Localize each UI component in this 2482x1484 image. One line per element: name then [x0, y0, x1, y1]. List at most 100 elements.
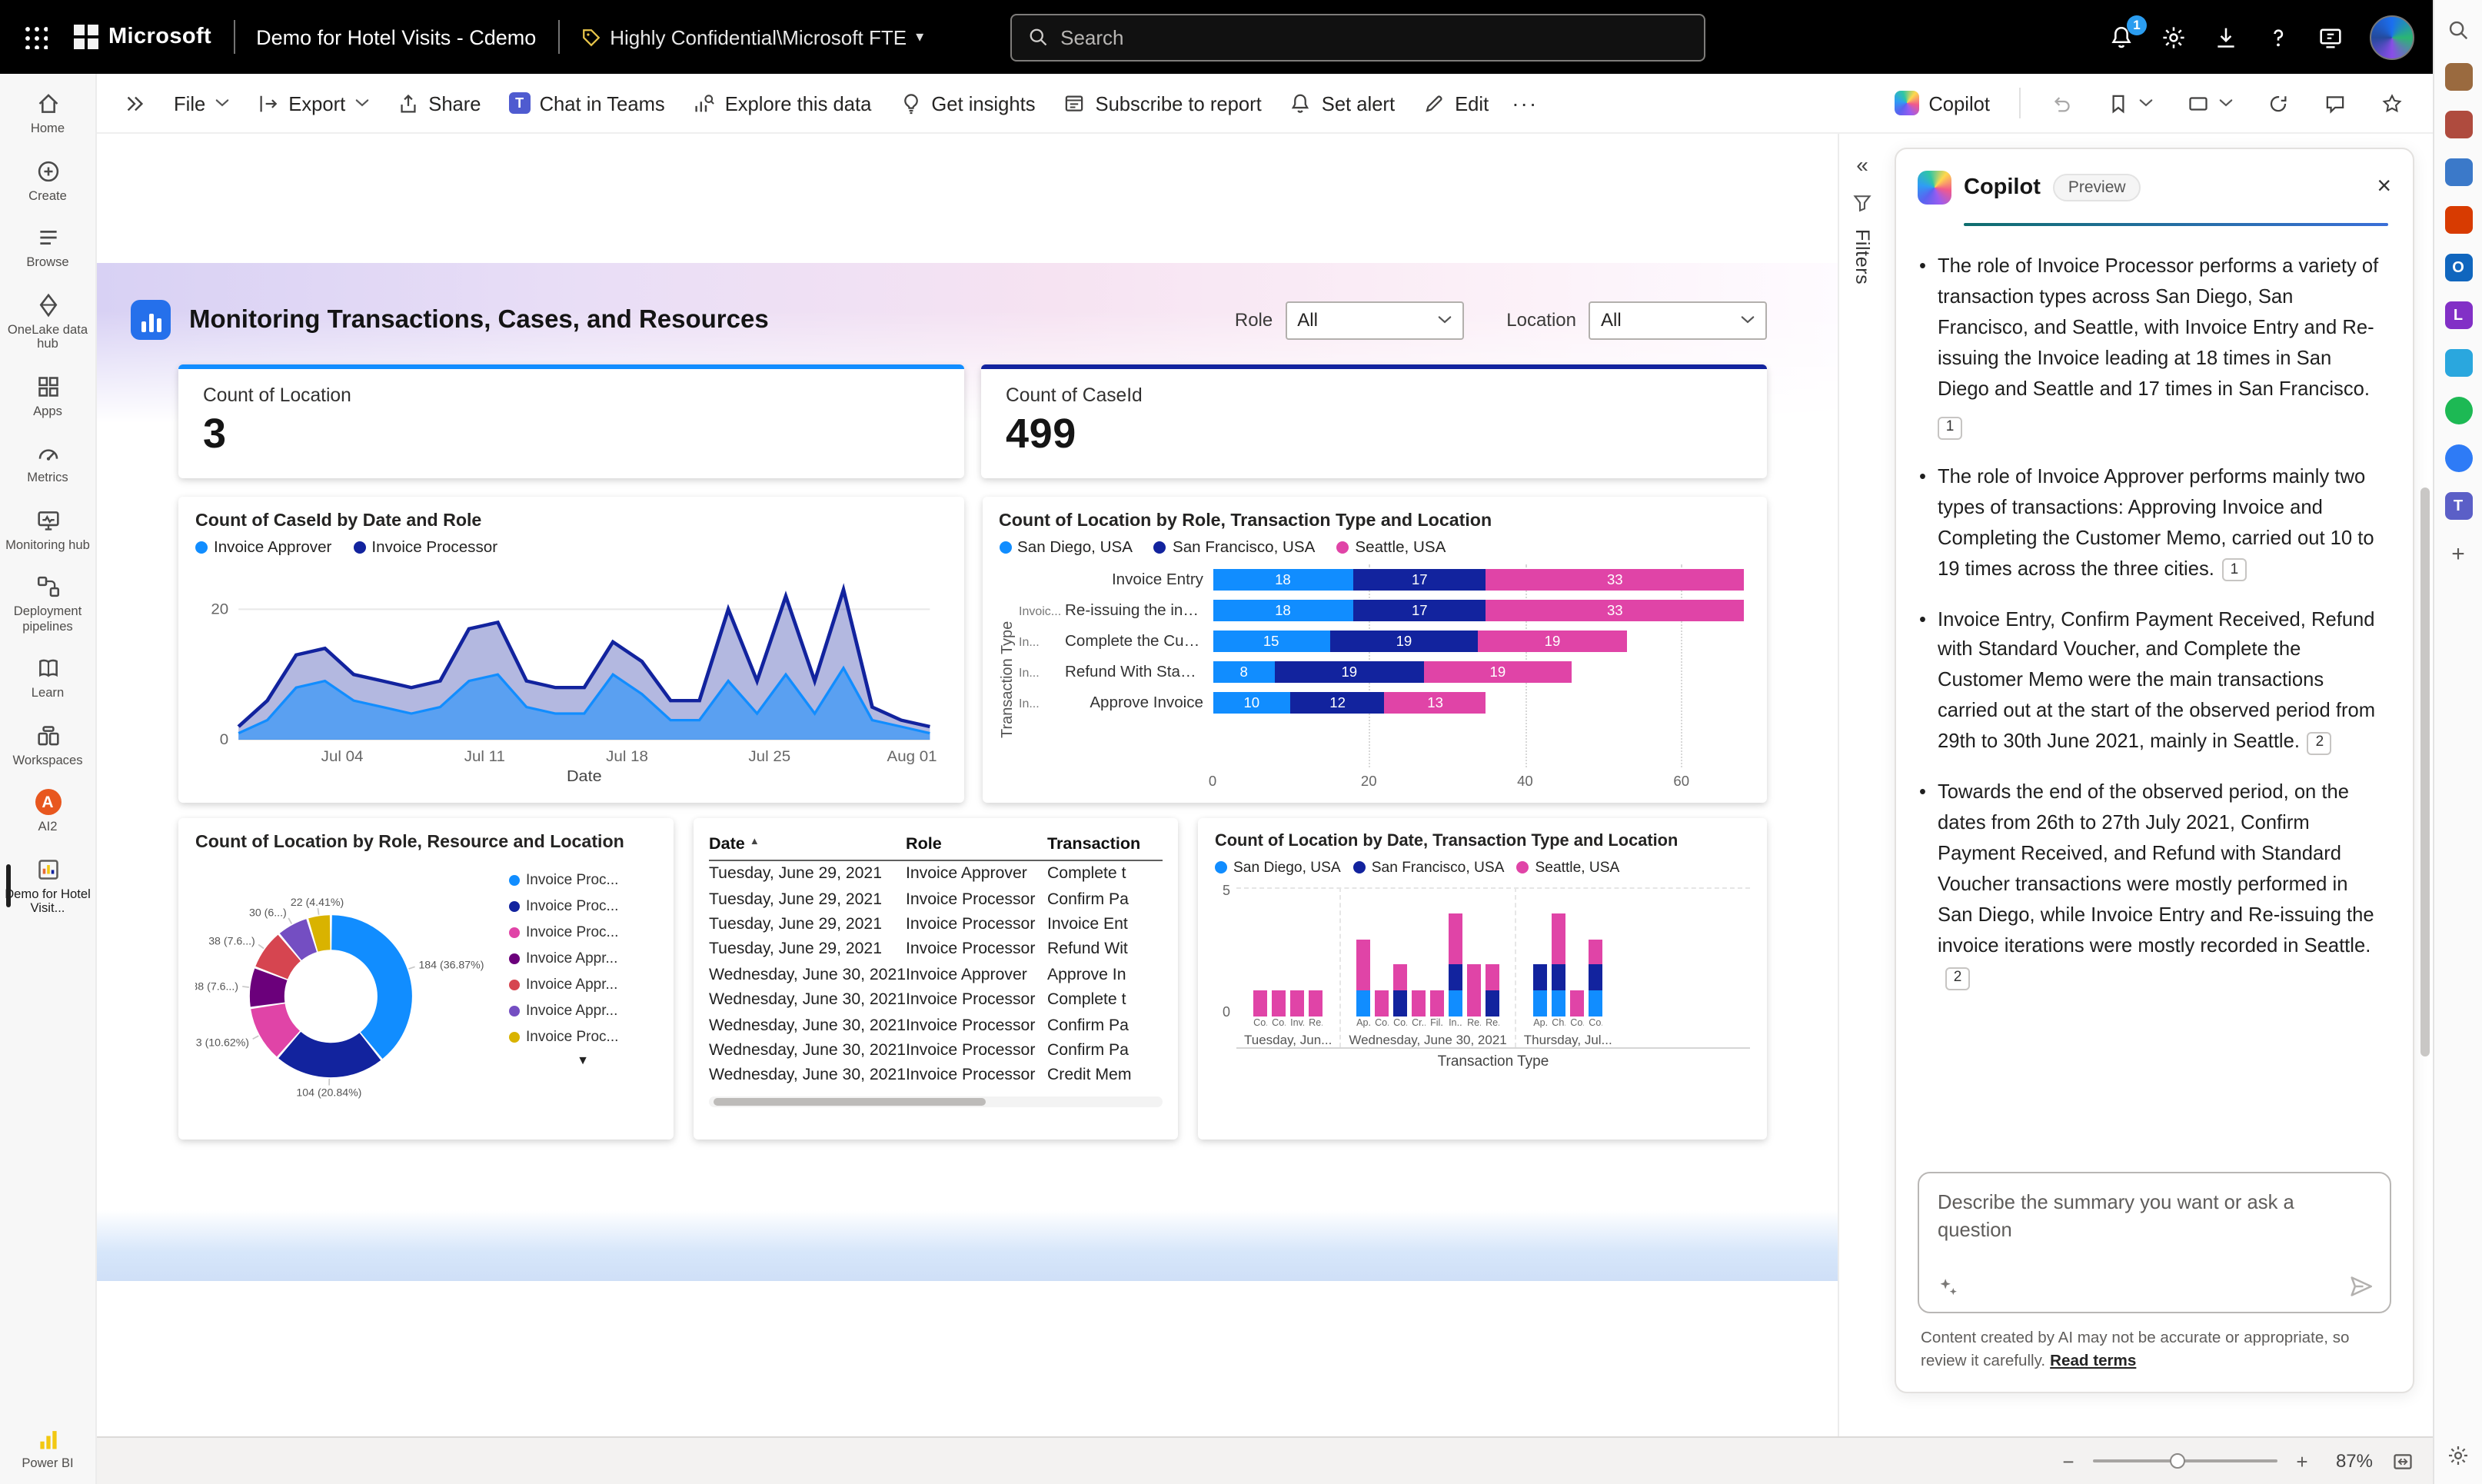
nav-item-workspaces[interactable]: Workspaces [0, 712, 95, 779]
bar-segment[interactable] [1356, 939, 1370, 990]
feedback-icon[interactable] [2317, 24, 2344, 50]
copilot-toggle-button[interactable]: Copilot [1881, 83, 2004, 123]
paper-plane-icon[interactable] [2444, 349, 2472, 377]
loop-icon[interactable]: L [2444, 301, 2472, 329]
legend-item[interactable]: Invoice Appr... [509, 946, 657, 972]
spotify-icon[interactable] [2444, 397, 2472, 424]
teams-icon[interactable]: T [2444, 492, 2472, 520]
bar-segment[interactable]: 19 [1329, 631, 1478, 652]
visual-area-chart[interactable]: Count of CaseId by Date and Role Invoice… [178, 497, 963, 803]
legend-item[interactable]: Seattle, USA [1517, 859, 1620, 876]
legend-item[interactable]: Invoice Approver [195, 539, 331, 556]
power-bi-product[interactable]: Power BI [0, 1428, 95, 1484]
messenger-icon[interactable] [2444, 444, 2472, 472]
table-row[interactable]: Tuesday, June 29, 2021Invoice ProcessorR… [709, 937, 1163, 962]
bar-segment[interactable]: 33 [1486, 569, 1744, 591]
undo-icon[interactable] [2036, 84, 2087, 122]
bar-segment[interactable] [1589, 965, 1602, 991]
favorite-star-icon[interactable] [2367, 84, 2417, 122]
bar-segment[interactable] [1393, 965, 1407, 991]
table-row[interactable]: Tuesday, June 29, 2021Invoice ProcessorI… [709, 912, 1163, 937]
table-row[interactable]: Wednesday, June 30, 2021Invoice Processo… [709, 1088, 1163, 1092]
table-row[interactable]: Wednesday, June 30, 2021Invoice Processo… [709, 1063, 1163, 1088]
visual-table[interactable]: Date ▲RoleTransactionTuesday, June 29, 2… [694, 818, 1178, 1140]
bar-segment[interactable] [1533, 990, 1547, 1017]
bar-segment[interactable] [1449, 913, 1462, 965]
bar-segment[interactable]: 33 [1486, 600, 1744, 621]
settings-icon[interactable] [2444, 1441, 2472, 1469]
read-terms-link[interactable]: Read terms [2050, 1353, 2136, 1369]
set-alert-button[interactable]: Set alert [1276, 84, 1409, 122]
bar-segment[interactable] [1589, 990, 1602, 1017]
subscribe-button[interactable]: Subscribe to report [1050, 84, 1276, 122]
legend-item[interactable]: San Francisco, USA [1154, 539, 1315, 556]
bar-segment[interactable] [1393, 990, 1407, 1017]
column-header[interactable]: Transaction [1047, 835, 1163, 853]
outlook-icon[interactable]: O [2444, 254, 2472, 281]
donut-slice[interactable] [331, 933, 394, 1046]
legend-item[interactable]: Invoice Appr... [509, 972, 657, 998]
microsoft-logo[interactable]: Microsoft [74, 25, 211, 49]
column-header[interactable]: Role [906, 835, 1047, 853]
bar-segment[interactable]: 19 [1423, 661, 1572, 683]
table-row[interactable]: Wednesday, June 30, 2021Invoice Processo… [709, 987, 1163, 1013]
comments-icon[interactable] [2310, 84, 2361, 122]
bar-segment[interactable] [1412, 990, 1426, 1017]
prompt-suggestions-icon[interactable] [1938, 1276, 1959, 1298]
fit-to-page-icon[interactable] [2391, 1449, 2414, 1472]
legend-item[interactable]: Invoice Processor [353, 539, 497, 556]
kpi-card-count-of-location[interactable]: Count of Location 3 [178, 364, 964, 478]
bar-segment[interactable]: 17 [1353, 600, 1486, 621]
bar-segment[interactable]: 17 [1353, 569, 1486, 591]
donut-slice[interactable] [271, 948, 289, 973]
bar-segment[interactable]: 18 [1213, 600, 1353, 621]
bar-segment[interactable] [1467, 965, 1481, 1017]
view-mode-icon[interactable] [2173, 84, 2247, 122]
legend-item[interactable]: Invoice Proc... [509, 1024, 657, 1050]
scrollbar-thumb[interactable] [2420, 487, 2430, 1056]
toolbox-icon[interactable] [2444, 111, 2472, 138]
bar-segment[interactable]: 12 [1291, 692, 1385, 714]
citation-chip[interactable]: 1 [1938, 416, 1962, 439]
send-icon[interactable] [2348, 1273, 2374, 1299]
nav-item-demo-for-hotel-visit[interactable]: Demo for Hotel Visit... [0, 846, 95, 927]
bar-segment[interactable] [1486, 965, 1499, 991]
bookmarks-icon[interactable] [2093, 84, 2167, 122]
bar-segment[interactable]: 19 [1275, 661, 1423, 683]
chat-in-teams-button[interactable]: Chat in Teams [495, 84, 679, 122]
app-launcher-icon[interactable] [0, 0, 71, 74]
bar-segment[interactable] [1533, 965, 1547, 991]
scrollbar-thumb[interactable] [714, 1098, 986, 1106]
donut-slice[interactable] [268, 1007, 288, 1044]
more-options-icon[interactable]: ··· [1502, 91, 1547, 115]
close-icon[interactable]: × [2377, 175, 2391, 200]
donut-slice[interactable] [313, 933, 330, 935]
download-icon[interactable] [2213, 24, 2239, 50]
zoom-in-icon[interactable]: + [2291, 1449, 2313, 1472]
table-row[interactable]: Wednesday, June 30, 2021Invoice Approver… [709, 962, 1163, 987]
nav-item-create[interactable]: Create [0, 147, 95, 214]
role-slicer-dropdown[interactable]: All [1285, 301, 1463, 339]
explore-data-button[interactable]: Explore this data [679, 84, 886, 122]
export-menu[interactable]: Export [242, 84, 382, 122]
bar-segment[interactable]: 19 [1478, 631, 1626, 652]
bar-segment[interactable]: 15 [1213, 631, 1329, 652]
bar-segment[interactable]: 8 [1213, 661, 1275, 683]
bar-segment[interactable] [1253, 990, 1267, 1017]
get-insights-button[interactable]: Get insights [885, 84, 1049, 122]
zoom-slider[interactable] [2093, 1459, 2277, 1462]
copilot-prompt-input[interactable]: Describe the summary you want or ask a q… [1918, 1172, 2391, 1313]
bar-segment[interactable] [1486, 990, 1499, 1017]
legend-item[interactable]: Invoice Proc... [509, 920, 657, 946]
expand-pane-icon[interactable] [109, 84, 160, 122]
bar-segment[interactable] [1375, 990, 1389, 1017]
bar-segment[interactable] [1356, 990, 1370, 1017]
nav-item-deployment-pipelines[interactable]: Deployment pipelines [0, 564, 95, 645]
legend-item[interactable]: San Diego, USA [1215, 859, 1341, 876]
horizontal-scrollbar[interactable] [709, 1096, 1163, 1107]
bar-segment[interactable] [1430, 990, 1444, 1017]
citation-chip[interactable]: 1 [2222, 559, 2247, 582]
legend-item[interactable]: San Diego, USA [999, 539, 1133, 556]
bar-segment[interactable] [1552, 913, 1565, 965]
legend-scroll-down-icon[interactable]: ▼ [509, 1053, 657, 1067]
